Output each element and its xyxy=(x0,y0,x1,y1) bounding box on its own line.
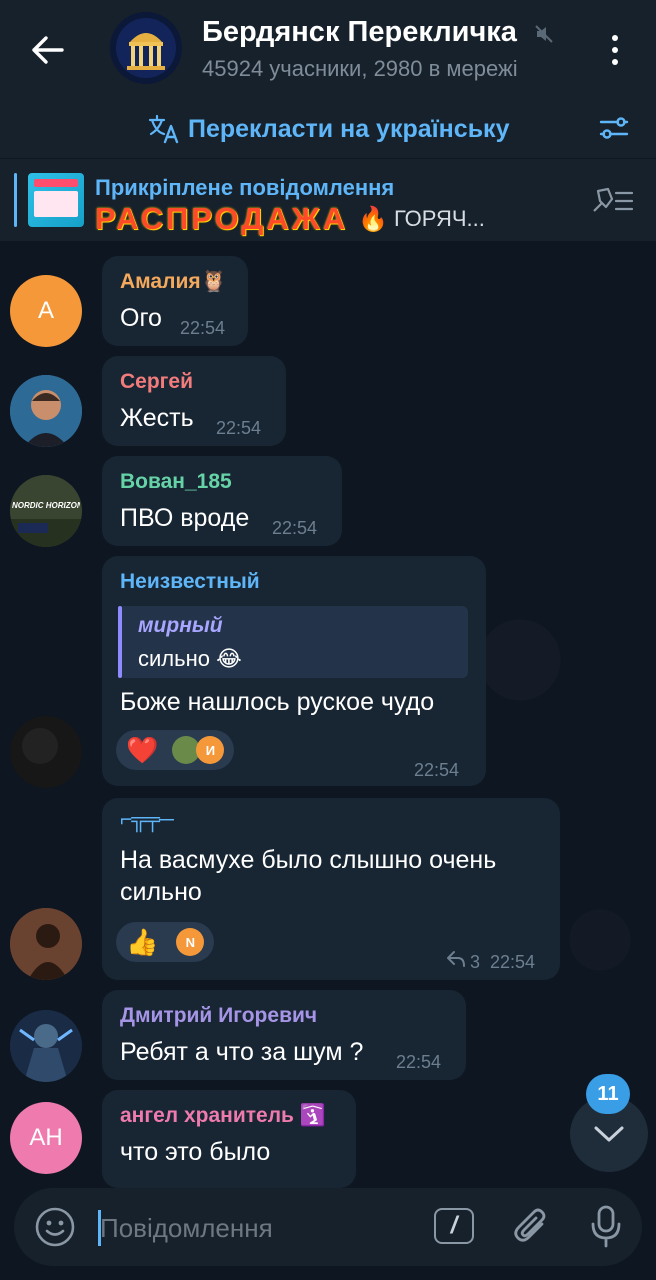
pinned-title: Прикріплене повідомлення xyxy=(95,175,395,200)
heart-reaction[interactable]: ❤️ xyxy=(126,735,158,766)
chat-header: Бердянск Перекличка 45924 учасники, 2980… xyxy=(0,0,656,100)
reactor-avatar: N xyxy=(176,928,205,956)
paperclip-icon[interactable] xyxy=(512,1206,552,1248)
members-count: 45924 учасники, 2980 в мережі xyxy=(202,56,518,81)
slash-icon: / xyxy=(450,1212,458,1239)
avatar[interactable]: А xyxy=(10,275,82,347)
pinned-preview: РАСПРОДАЖА 🔥 ГОРЯЧ... xyxy=(95,201,485,237)
message-author[interactable]: Сергей xyxy=(120,370,193,394)
group-avatar[interactable] xyxy=(110,12,182,84)
message-bubble[interactable]: Сергей Жесть 22:54 xyxy=(102,356,286,446)
message-time: 22:54 xyxy=(272,518,318,538)
avatar-text: NORDIC HORIZONS xyxy=(12,501,80,510)
reactions-bar[interactable]: 👍 N xyxy=(116,922,215,962)
message-time: 22:54 xyxy=(216,418,262,438)
microphone-icon[interactable] xyxy=(588,1204,624,1248)
reply-count[interactable]: 3 xyxy=(470,952,480,973)
translate-button[interactable]: Перекласти на українську xyxy=(148,110,509,148)
pinned-big-text: РАСПРОДАЖА xyxy=(95,201,349,236)
message-time: 22:54 xyxy=(180,318,226,338)
message-bubble[interactable]: Неизвестный мирный сильно 😂 Боже нашлось… xyxy=(102,556,486,786)
chat-title[interactable]: Бердянск Перекличка xyxy=(202,16,517,49)
bot-commands-button[interactable]: / xyxy=(434,1208,474,1244)
translate-icon xyxy=(148,114,179,144)
message-author[interactable]: ⌐╦╤─ xyxy=(120,808,174,832)
message-text: ПВО вроде xyxy=(120,504,250,532)
message-time: 22:54 xyxy=(490,952,536,972)
reply-text: сильно 😂 xyxy=(138,646,242,671)
avatar[interactable]: АН xyxy=(10,1102,82,1174)
more-menu-button[interactable] xyxy=(600,28,630,72)
pinned-indicator xyxy=(14,173,17,227)
message-bubble[interactable]: ангел хранитель 🛐 что это было xyxy=(102,1090,356,1188)
message-time: 22:54 xyxy=(396,1052,442,1072)
message-input[interactable]: Повідомлення xyxy=(100,1210,273,1246)
message-text: Жесть xyxy=(120,404,194,432)
back-button[interactable] xyxy=(26,28,70,72)
avatar[interactable]: NORDIC HORIZONS xyxy=(10,475,82,547)
message-bubble[interactable]: Дмитрий Игоревич Ребят а что за шум ? 22… xyxy=(102,990,466,1080)
emoji-icon[interactable] xyxy=(34,1206,76,1248)
translate-bar: Перекласти на українську xyxy=(0,100,656,158)
message-author[interactable]: Вован_185 xyxy=(120,470,232,494)
message-bubble[interactable]: Амалия🦉 Ого 22:54 xyxy=(102,256,248,346)
message-bubble[interactable]: ⌐╦╤─ На васмухе было слышно очень сильно… xyxy=(102,798,560,980)
avatar[interactable] xyxy=(10,1010,82,1082)
message-author[interactable]: ангел хранитель 🛐 xyxy=(120,1104,326,1128)
arrow-left-icon xyxy=(32,36,64,64)
message-text: Ребят а что за шум ? xyxy=(120,1038,364,1066)
reactions-bar[interactable]: ❤️ И xyxy=(116,730,235,770)
unread-count-badge: 11 xyxy=(586,1074,630,1114)
message-text: Ого xyxy=(120,304,162,332)
reply-quote[interactable]: мирный сильно 😂 xyxy=(118,606,468,678)
mute-icon xyxy=(535,25,553,43)
message-time: 22:54 xyxy=(414,760,460,780)
message-bubble[interactable]: Вован_185 ПВО вроде 22:54 xyxy=(102,456,342,546)
thumbs-up-reaction[interactable]: 👍 xyxy=(126,927,158,958)
message-author[interactable]: Амалия🦉 xyxy=(120,270,227,294)
pinned-thumbnail xyxy=(28,173,84,227)
message-text: что это было xyxy=(120,1138,271,1166)
message-text: Боже нашлось руское чудо xyxy=(120,688,435,716)
avatar[interactable] xyxy=(10,716,82,788)
chevron-down-icon xyxy=(594,1126,624,1142)
message-text: сильно xyxy=(120,878,202,906)
avatar[interactable] xyxy=(10,375,82,447)
message-text: На васмухе было слышно очень xyxy=(120,846,497,874)
message-author[interactable]: Неизвестный xyxy=(120,570,260,594)
fire-emoji: 🔥 xyxy=(358,205,388,233)
translate-label: Перекласти на українську xyxy=(188,114,510,143)
message-author[interactable]: Дмитрий Игоревич xyxy=(120,1004,317,1028)
pinned-message-bar[interactable]: Прикріплене повідомлення РАСПРОДАЖА 🔥 ГО… xyxy=(0,158,656,241)
avatar[interactable] xyxy=(10,908,82,980)
reply-count-icon[interactable] xyxy=(446,950,466,968)
pin-list-icon[interactable] xyxy=(590,185,634,215)
reply-author: мирный xyxy=(138,614,223,637)
pinned-rest-text: ГОРЯЧ... xyxy=(393,206,485,231)
reactor-avatar: И xyxy=(196,736,225,764)
settings-sliders-icon[interactable] xyxy=(598,112,630,144)
message-composer: Повідомлення / xyxy=(14,1188,642,1266)
